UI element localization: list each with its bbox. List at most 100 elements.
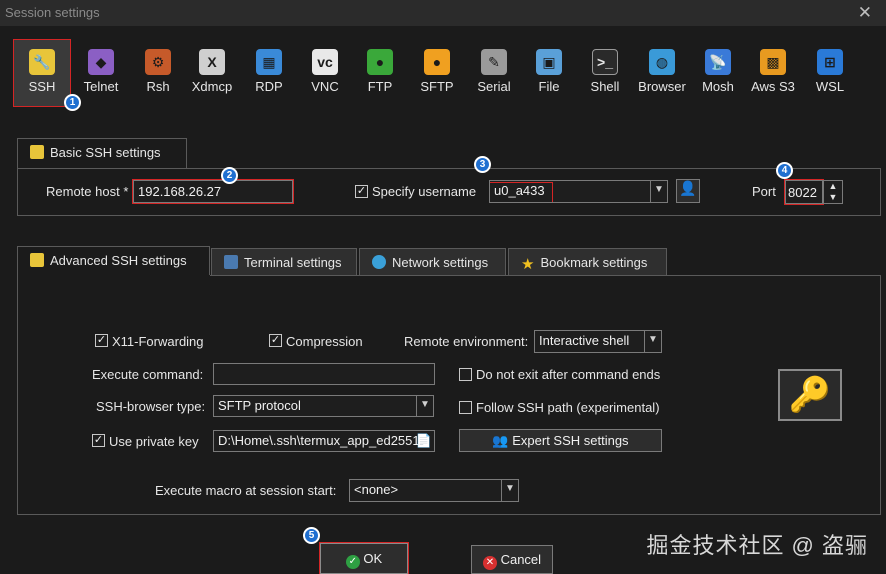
terminal-icon — [224, 255, 238, 269]
execute-command-label: Execute command: — [92, 367, 204, 382]
x11-forwarding-label: X11-Forwarding — [112, 334, 204, 349]
protocol-label: WSL — [815, 79, 845, 94]
ssh-icon: 🔧 — [29, 49, 55, 75]
wrench-icon — [30, 145, 44, 159]
remote-host-input[interactable] — [132, 179, 294, 204]
users-icon: 👥 — [492, 433, 509, 448]
protocol-sftp[interactable]: ● SFTP — [409, 40, 465, 106]
ok-button[interactable]: ✓ OK — [319, 542, 409, 574]
serial-icon: ✎ — [481, 49, 507, 75]
x11-forwarding-checkbox[interactable]: ✓ — [95, 334, 108, 347]
shell-icon: >_ — [592, 49, 618, 75]
wsl-icon: ⊞ — [817, 49, 843, 75]
protocol-mosh[interactable]: 📡 Mosh — [690, 40, 746, 106]
ssh-browser-type-label: SSH-browser type: — [96, 399, 206, 414]
protocol-label: Aws S3 — [751, 79, 795, 94]
user-icon: 👤 — [679, 180, 697, 196]
protocol-label: SFTP — [420, 79, 454, 94]
file-icon[interactable]: 📄 — [416, 433, 432, 449]
protocol-ftp[interactable]: ● FTP — [352, 40, 408, 106]
protocol-ssh[interactable]: 🔧 SSH — [13, 39, 71, 107]
tab-basic-ssh-settings[interactable]: Basic SSH settings — [17, 138, 187, 169]
protocol-label: Rsh — [146, 79, 170, 94]
protocol-file[interactable]: ▣ File — [521, 40, 577, 106]
chevron-down-icon[interactable]: ▼ — [416, 396, 433, 416]
panel-top-border — [210, 275, 880, 276]
protocol-label: Telnet — [83, 79, 119, 94]
protocol-browser[interactable]: ◍ Browser — [634, 40, 690, 106]
protocol-label: SSH — [28, 79, 56, 94]
tab-bookmark-settings[interactable]: ★ Bookmark settings — [508, 248, 667, 275]
rsh-icon: ⚙ — [145, 49, 171, 75]
mosh-icon: 📡 — [705, 49, 731, 75]
vnc-icon: vc — [312, 49, 338, 75]
protocol-label: FTP — [367, 79, 393, 94]
protocol-aws-s3[interactable]: ▩ Aws S3 — [745, 40, 801, 106]
protocol-serial[interactable]: ✎ Serial — [466, 40, 522, 106]
step-badge-5: 5 — [303, 527, 320, 544]
tab-advanced-ssh-settings[interactable]: Advanced SSH settings — [17, 246, 210, 277]
use-private-key-checkbox[interactable]: ✓ — [92, 434, 105, 447]
username-select[interactable]: u0_a433 ▼ — [489, 180, 668, 203]
key-icon: 🔑 — [788, 376, 832, 414]
specify-username-label: Specify username — [372, 184, 477, 199]
protocol-rdp[interactable]: ▦ RDP — [241, 40, 297, 106]
ftp-icon: ● — [367, 49, 393, 75]
use-private-key-label: Use private key — [109, 434, 199, 449]
tab-network-settings[interactable]: Network settings — [359, 248, 506, 275]
user-manager-button[interactable]: 👤 — [676, 179, 700, 203]
remote-environment-select[interactable]: Interactive shell ▼ — [534, 330, 662, 353]
window-title: Session settings — [5, 5, 100, 20]
protocol-label: Browser — [638, 79, 686, 94]
check-circle-icon: ✓ — [345, 555, 360, 569]
protocol-vnc[interactable]: vc VNC — [297, 40, 353, 106]
protocol-label: Mosh — [702, 79, 734, 94]
protocol-label: File — [538, 79, 560, 94]
private-key-input[interactable]: D:\Home\.ssh\termux_app_ed2551 📄 — [213, 430, 435, 452]
protocol-wsl[interactable]: ⊞ WSL — [802, 40, 858, 106]
file-icon: ▣ — [536, 49, 562, 75]
step-badge-3: 3 — [474, 156, 491, 173]
remote-host-label: Remote host * — [46, 184, 129, 199]
protocol-xdmcp[interactable]: X Xdmcp — [184, 40, 240, 106]
protocol-shell[interactable]: >_ Shell — [577, 40, 633, 106]
expert-ssh-settings-button[interactable]: 👥 Expert SSH settings — [459, 429, 662, 452]
sftp-icon: ● — [424, 49, 450, 75]
cancel-button[interactable]: ✕ Cancel — [471, 545, 553, 574]
protocol-telnet[interactable]: ◆ Telnet — [73, 40, 129, 106]
rdp-icon: ▦ — [256, 49, 282, 75]
step-badge-4: 4 — [776, 162, 793, 179]
star-icon: ★ — [521, 256, 535, 273]
protocol-label: Shell — [590, 79, 620, 94]
follow-ssh-path-checkbox[interactable] — [459, 401, 472, 414]
protocol-label: Xdmcp — [191, 79, 233, 94]
compression-checkbox[interactable]: ✓ — [269, 334, 282, 347]
chevron-down-icon[interactable]: ▼ — [501, 480, 518, 501]
compression-label: Compression — [286, 334, 363, 349]
xdmcp-icon: X — [199, 49, 225, 75]
title-bar: Session settings ✕ — [0, 0, 886, 26]
protocol-label: Serial — [477, 79, 511, 94]
step-badge-2: 2 — [221, 167, 238, 184]
do-not-exit-checkbox[interactable] — [459, 368, 472, 381]
tab-terminal-settings[interactable]: Terminal settings — [211, 248, 357, 275]
key-button[interactable]: 🔑 — [778, 369, 842, 421]
close-icon[interactable]: ✕ — [858, 3, 872, 23]
execute-command-input[interactable] — [213, 363, 435, 385]
protocol-rsh[interactable]: ⚙ Rsh — [130, 40, 186, 106]
protocol-toolbar: 🔧 SSH ◆ Telnet ⚙ Rsh X Xdmcp ▦ RDP vc VNC ● FTP ● SFTP ✎… — [13, 39, 874, 107]
ssh-browser-type-select[interactable]: SFTP protocol ▼ — [213, 395, 434, 417]
wrench-icon — [30, 253, 44, 267]
port-input[interactable] — [784, 179, 824, 205]
execute-macro-select[interactable]: <none> ▼ — [349, 479, 519, 502]
port-stepper[interactable]: ▲ ▼ — [823, 180, 843, 204]
follow-ssh-path-label: Follow SSH path (experimental) — [476, 400, 660, 415]
chevron-down-icon[interactable]: ▼ — [650, 181, 667, 202]
execute-macro-label: Execute macro at session start: — [155, 483, 337, 498]
port-label: Port — [752, 184, 776, 199]
specify-username-checkbox[interactable]: ✓ — [355, 185, 368, 198]
step-badge-1: 1 — [64, 94, 81, 111]
chevron-down-icon[interactable]: ▼ — [644, 331, 661, 352]
browser-icon: ◍ — [649, 49, 675, 75]
network-icon — [372, 255, 386, 269]
